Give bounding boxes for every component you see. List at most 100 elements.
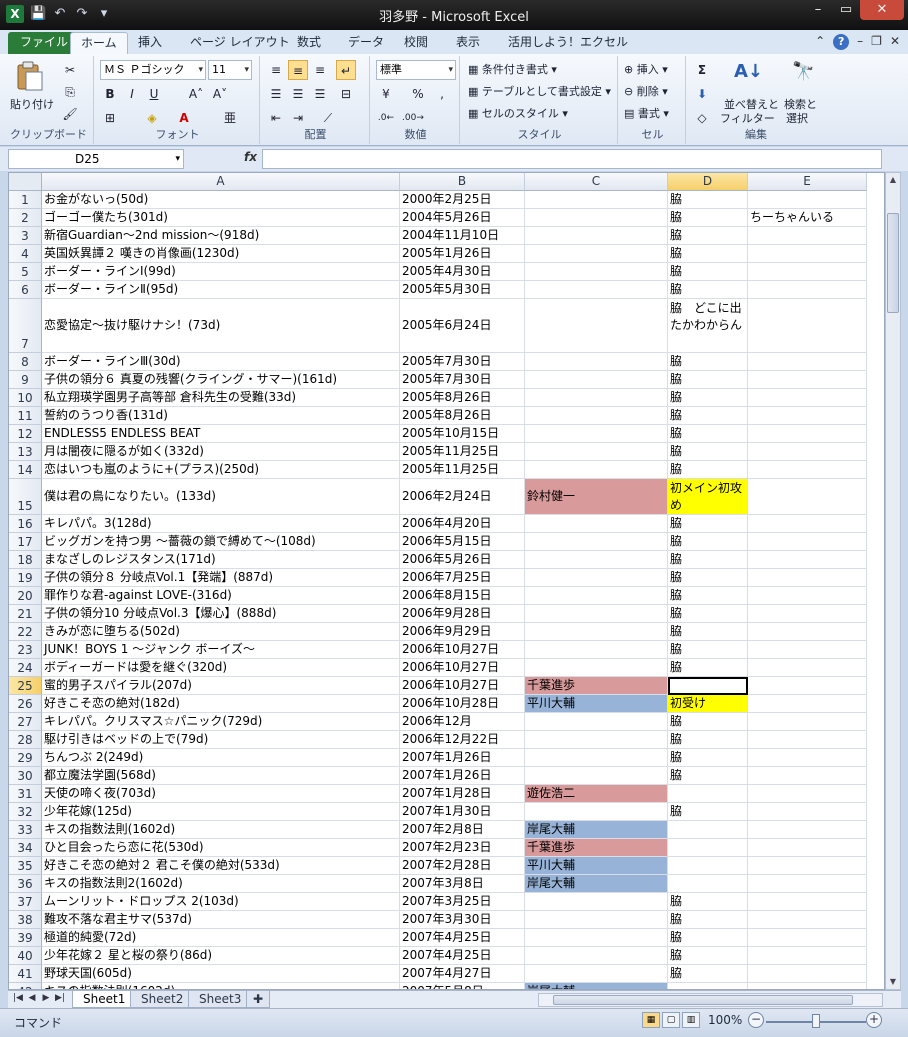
cell-b[interactable]: 2005年8月26日: [400, 407, 525, 425]
row-header[interactable]: 30: [9, 767, 42, 785]
cell-b[interactable]: 2005年7月30日: [400, 353, 525, 371]
cell-b[interactable]: 2006年10月27日: [400, 641, 525, 659]
cell-e[interactable]: [748, 803, 867, 821]
cell-d[interactable]: [668, 839, 748, 857]
row-header[interactable]: 40: [9, 947, 42, 965]
align-middle-icon[interactable]: ≡: [288, 60, 308, 80]
cell-a[interactable]: ボーダー・ラインⅠ(99d): [42, 263, 400, 281]
cell-c[interactable]: [525, 551, 668, 569]
page-break-view-icon[interactable]: ▥: [682, 1012, 700, 1028]
cell-b[interactable]: 2006年10月27日: [400, 677, 525, 695]
cell-b[interactable]: 2006年10月28日: [400, 695, 525, 713]
cell-a[interactable]: きみが恋に堕ちる(502d): [42, 623, 400, 641]
cell-c[interactable]: [525, 605, 668, 623]
row-header[interactable]: 38: [9, 911, 42, 929]
cell-d[interactable]: 脇: [668, 605, 748, 623]
cell-b[interactable]: 2000年2月25日: [400, 191, 525, 209]
cell-a[interactable]: まなざしのレジスタンス(171d): [42, 551, 400, 569]
cell-d[interactable]: 脇: [668, 767, 748, 785]
border-icon[interactable]: ⊞: [100, 108, 120, 128]
cell-a[interactable]: 僕は君の鳥になりたい。(133d): [42, 479, 400, 515]
cell-styles-button[interactable]: ▦ セルのスタイル ▾: [468, 105, 568, 121]
cell-d[interactable]: 脇: [668, 641, 748, 659]
cell-b[interactable]: 2007年4月27日: [400, 965, 525, 983]
cell-c[interactable]: [525, 659, 668, 677]
cell-a[interactable]: 子供の領分６ 真夏の残響(クライング・サマー)(161d): [42, 371, 400, 389]
cell-e[interactable]: [748, 227, 867, 245]
row-header[interactable]: 9: [9, 371, 42, 389]
cell-b[interactable]: 2005年6月24日: [400, 299, 525, 353]
cell-b[interactable]: 2006年2月24日: [400, 479, 525, 515]
row-header[interactable]: 8: [9, 353, 42, 371]
cell-d[interactable]: 初メイン初攻め: [668, 479, 748, 515]
row-header[interactable]: 5: [9, 263, 42, 281]
cell-b[interactable]: 2006年12月: [400, 713, 525, 731]
align-top-icon[interactable]: ≡: [266, 60, 286, 80]
cell-d[interactable]: [668, 677, 748, 695]
row-header[interactable]: 10: [9, 389, 42, 407]
currency-icon[interactable]: ¥: [376, 84, 396, 104]
cell-c[interactable]: [525, 425, 668, 443]
cell-c[interactable]: [525, 209, 668, 227]
cell-d[interactable]: 初受け: [668, 695, 748, 713]
cell-e[interactable]: ちーちゃんいる: [748, 209, 867, 227]
number-format-combo[interactable]: 標準 ▾: [376, 60, 456, 80]
cell-a[interactable]: 恋愛協定〜抜け駆けナシ！(73d): [42, 299, 400, 353]
cell-b[interactable]: 2007年4月25日: [400, 947, 525, 965]
cell-e[interactable]: [748, 281, 867, 299]
normal-view-icon[interactable]: ▦: [642, 1012, 660, 1028]
cell-e[interactable]: [748, 695, 867, 713]
tab-insert[interactable]: 挿入: [128, 32, 172, 54]
cell-e[interactable]: [748, 929, 867, 947]
cell-b[interactable]: 2007年1月26日: [400, 749, 525, 767]
zoom-in-icon[interactable]: +: [866, 1012, 882, 1028]
cell-b[interactable]: 2006年5月26日: [400, 551, 525, 569]
italic-icon[interactable]: I: [122, 84, 142, 104]
cell-d[interactable]: 脇: [668, 965, 748, 983]
cell-c[interactable]: 千葉進歩: [525, 839, 668, 857]
row-header[interactable]: 14: [9, 461, 42, 479]
row-header[interactable]: 39: [9, 929, 42, 947]
row-header[interactable]: 18: [9, 551, 42, 569]
cell-d[interactable]: 脇: [668, 515, 748, 533]
format-cells-button[interactable]: ▤ 書式 ▾: [624, 105, 669, 121]
cell-e[interactable]: [748, 479, 867, 515]
tab-page-layout[interactable]: ページ レイアウト: [180, 32, 300, 54]
cell-a[interactable]: キスの指数法則(1602d): [42, 821, 400, 839]
find-select-line2[interactable]: 選択: [786, 110, 808, 126]
cell-d[interactable]: 脇: [668, 245, 748, 263]
cell-e[interactable]: [748, 947, 867, 965]
cell-c[interactable]: [525, 461, 668, 479]
cell-a[interactable]: キスの指数法則(1602d): [42, 983, 400, 989]
cell-c[interactable]: 千葉進歩: [525, 677, 668, 695]
row-header[interactable]: 28: [9, 731, 42, 749]
cell-c[interactable]: [525, 911, 668, 929]
doc-restore-icon[interactable]: ❐: [871, 34, 882, 50]
cell-c[interactable]: [525, 569, 668, 587]
cell-d[interactable]: 脇: [668, 281, 748, 299]
cell-d[interactable]: 脇: [668, 209, 748, 227]
name-box[interactable]: D25 ▾: [8, 149, 184, 169]
cell-e[interactable]: [748, 371, 867, 389]
cell-b[interactable]: 2006年7月25日: [400, 569, 525, 587]
orientation-icon[interactable]: ⟋: [318, 108, 338, 128]
underline-icon[interactable]: U: [144, 84, 164, 104]
cell-c[interactable]: [525, 353, 668, 371]
cell-b[interactable]: 2007年2月23日: [400, 839, 525, 857]
row-header[interactable]: 21: [9, 605, 42, 623]
cell-d[interactable]: 脇: [668, 713, 748, 731]
tab-home[interactable]: ホーム: [70, 32, 128, 54]
cell-e[interactable]: [748, 857, 867, 875]
sheet-tab-1[interactable]: Sheet1: [72, 991, 137, 1008]
cell-a[interactable]: キレパパ。クリスマス☆パニック(729d): [42, 713, 400, 731]
cell-b[interactable]: 2007年3月8日: [400, 875, 525, 893]
cell-b[interactable]: 2005年7月30日: [400, 371, 525, 389]
cell-c[interactable]: [525, 515, 668, 533]
cell-b[interactable]: 2007年2月28日: [400, 857, 525, 875]
cell-b[interactable]: 2006年12月22日: [400, 731, 525, 749]
comma-icon[interactable]: ,: [432, 84, 452, 104]
zoom-level[interactable]: 100%: [708, 1013, 742, 1027]
column-header-a[interactable]: A: [42, 173, 400, 191]
row-header[interactable]: 7: [9, 299, 42, 353]
increase-indent-icon[interactable]: ⇥: [288, 108, 308, 128]
